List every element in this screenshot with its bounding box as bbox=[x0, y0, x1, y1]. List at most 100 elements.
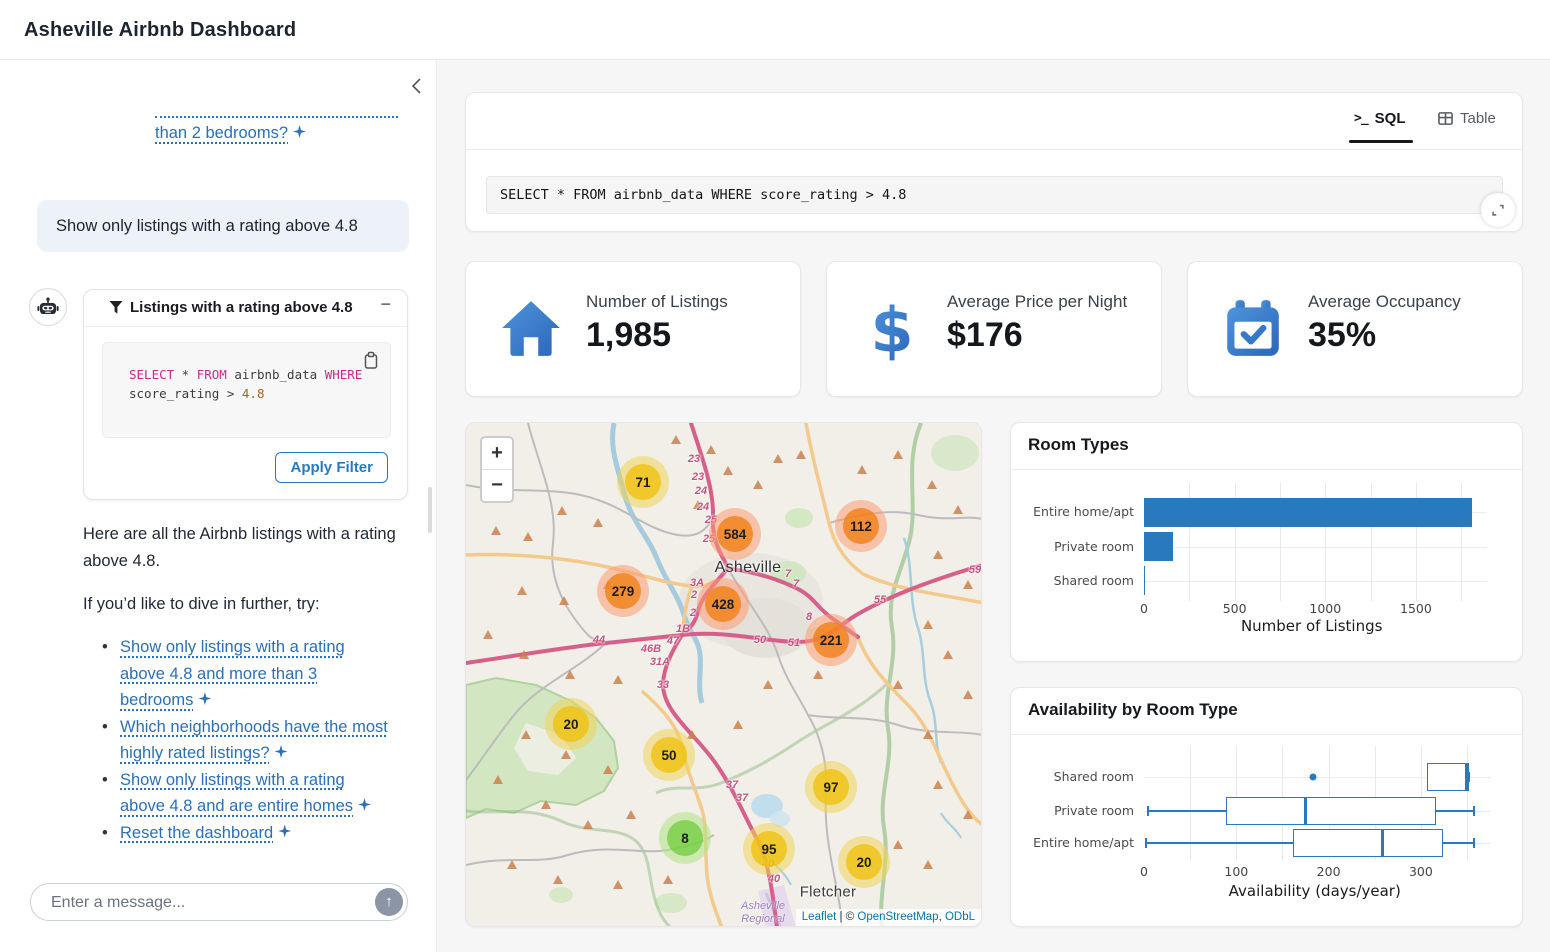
chat-panel: than 2 bedrooms? Show only listings with… bbox=[0, 60, 437, 952]
cluster-marker[interactable]: 97 bbox=[805, 761, 857, 813]
cluster-marker-count: 279 bbox=[605, 573, 641, 609]
zoom-out-button[interactable]: − bbox=[482, 470, 512, 501]
sql-number: 4.8 bbox=[242, 386, 265, 401]
route-shield-label: 37 bbox=[736, 792, 748, 804]
gridline bbox=[1144, 547, 1487, 548]
box-median bbox=[1465, 763, 1468, 791]
leaflet-link[interactable]: Leaflet bbox=[802, 911, 837, 923]
cluster-marker-count: 71 bbox=[625, 464, 661, 500]
suggestion-list: Show only listings with a rating above 4… bbox=[100, 634, 400, 846]
sql-keyword: FROM bbox=[197, 367, 227, 382]
tab-label: SQL bbox=[1375, 110, 1406, 127]
availability-chart-card: Availability by Room Type Shared roomPri… bbox=[1010, 687, 1523, 927]
send-button[interactable]: ↑ bbox=[375, 888, 403, 916]
box bbox=[1293, 829, 1443, 857]
cluster-marker[interactable]: 221 bbox=[805, 614, 857, 666]
cluster-marker-count: 584 bbox=[717, 516, 753, 552]
cluster-marker[interactable]: 112 bbox=[835, 500, 887, 552]
suggestion-link-truncated[interactable]: than 2 bedrooms? bbox=[155, 124, 288, 142]
tab-table[interactable]: Table bbox=[1438, 110, 1496, 127]
cluster-marker-count: 428 bbox=[705, 586, 741, 622]
bot-avatar bbox=[29, 288, 67, 326]
axis-tick-label: 300 bbox=[1409, 864, 1433, 879]
cluster-marker[interactable]: 279 bbox=[597, 565, 649, 617]
list-item: Which neighborhoods have the most highly… bbox=[100, 714, 388, 767]
truncated-suggestion: than 2 bedrooms? bbox=[155, 116, 398, 143]
map[interactable]: + − 2323242425253A221B444746B31A33505187… bbox=[465, 422, 982, 927]
route-shield-label: 51 bbox=[788, 637, 800, 649]
stat-value: $176 bbox=[947, 316, 1023, 355]
tab-sql[interactable]: >_ SQL bbox=[1354, 110, 1406, 127]
clipboard-icon bbox=[362, 351, 380, 370]
osm-link[interactable]: OpenStreetMap bbox=[857, 911, 938, 923]
sql-query-text: SELECT * FROM airbnb_data WHERE score_ra… bbox=[129, 365, 362, 403]
axis-category-label: Private room bbox=[1014, 803, 1134, 818]
collapse-card-button[interactable]: − bbox=[380, 294, 391, 315]
cluster-marker-count: 50 bbox=[651, 737, 687, 773]
cluster-marker[interactable]: 95 bbox=[743, 823, 795, 875]
axis-tick-label: 1500 bbox=[1400, 601, 1432, 616]
route-shield-label: 47 bbox=[667, 635, 679, 647]
top-bar: Asheville Airbnb Dashboard bbox=[0, 0, 1550, 60]
axis-tick-label: 0 bbox=[1140, 864, 1148, 879]
map-zoom-control: + − bbox=[480, 436, 514, 503]
sparkle-icon bbox=[293, 125, 306, 138]
cluster-marker[interactable]: 71 bbox=[617, 456, 669, 508]
suggestion-link[interactable]: Reset the dashboard bbox=[120, 824, 273, 842]
stat-card-price: $ Average Price per Night $176 bbox=[826, 261, 1162, 397]
box-whisker bbox=[1436, 810, 1475, 812]
list-item: Show only listings with a rating above 4… bbox=[100, 634, 388, 714]
cluster-marker-count: 112 bbox=[843, 508, 879, 544]
route-shield-label: 23 bbox=[688, 453, 700, 465]
x-axis-label: Availability (days/year) bbox=[1229, 882, 1401, 900]
odbl-link[interactable]: ODbL bbox=[945, 911, 975, 923]
active-tab-underline bbox=[1349, 140, 1413, 143]
bot-message-paragraph: Here are all the Airbnb listings with a … bbox=[83, 521, 398, 575]
outlier-point bbox=[1309, 774, 1316, 781]
room-types-plot: Entire home/aptPrivate roomShared room05… bbox=[1011, 423, 1522, 661]
cluster-marker[interactable]: 20 bbox=[545, 698, 597, 750]
stat-card-occupancy: Average Occupancy 35% bbox=[1187, 261, 1523, 397]
cluster-marker[interactable]: 584 bbox=[709, 508, 761, 560]
cluster-marker[interactable]: 20 bbox=[838, 836, 890, 888]
sparkle-icon bbox=[198, 692, 211, 705]
room-types-chart-card: Room Types Entire home/aptPrivate roomSh… bbox=[1010, 422, 1523, 662]
axis-category-label: Private room bbox=[1014, 539, 1134, 554]
axis-tick-label: 1000 bbox=[1309, 601, 1341, 616]
message-input[interactable] bbox=[49, 884, 353, 921]
suggestion-link[interactable]: Show only listings with a rating above 4… bbox=[120, 638, 345, 709]
sql-text: airbnb_data bbox=[227, 367, 325, 382]
terminal-icon: >_ bbox=[1354, 111, 1368, 126]
axis-tick-label: 500 bbox=[1223, 601, 1247, 616]
whisker-cap bbox=[1473, 838, 1475, 848]
suggestion-link[interactable]: Show only listings with a rating above 4… bbox=[120, 771, 353, 816]
copy-button[interactable] bbox=[362, 351, 380, 375]
route-shield-label: 1B bbox=[676, 623, 690, 635]
cluster-marker[interactable]: 8 bbox=[659, 812, 711, 864]
expand-button[interactable] bbox=[1481, 193, 1515, 227]
app-root: Asheville Airbnb Dashboard than 2 bedroo… bbox=[0, 0, 1550, 952]
suggestion-link[interactable]: Which neighborhoods have the most highly… bbox=[120, 718, 388, 763]
axis-tick-label: 200 bbox=[1317, 864, 1341, 879]
cluster-marker[interactable]: 50 bbox=[643, 729, 695, 781]
city-label: Fletcher bbox=[800, 884, 857, 901]
axis-category-label: Shared room bbox=[1014, 769, 1134, 784]
airport-label: AshevilleRegionalAirport bbox=[741, 900, 785, 927]
whisker-cap bbox=[1147, 806, 1149, 816]
route-shield-label: 7 bbox=[785, 568, 791, 580]
map-attribution: Leaflet | © OpenStreetMap, ODbL bbox=[796, 909, 981, 926]
cluster-marker[interactable]: 428 bbox=[697, 578, 749, 630]
availability-plot: Shared roomPrivate roomEntire home/apt01… bbox=[1011, 688, 1522, 926]
message-input-wrapper: ↑ bbox=[30, 883, 408, 921]
route-shield-label: 31A bbox=[650, 656, 670, 668]
box-whisker bbox=[1145, 842, 1293, 844]
collapse-panel-button[interactable] bbox=[408, 76, 428, 96]
stat-label: Number of Listings bbox=[586, 292, 728, 312]
zoom-in-button[interactable]: + bbox=[482, 438, 512, 469]
house-icon bbox=[498, 296, 564, 362]
axis-category-label: Shared room bbox=[1014, 573, 1134, 588]
arrow-up-icon: ↑ bbox=[385, 893, 393, 910]
apply-filter-button[interactable]: Apply Filter bbox=[275, 452, 388, 483]
bot-message-paragraph: If you’d like to dive in further, try: bbox=[83, 591, 398, 618]
chat-scrollbar-thumb[interactable] bbox=[428, 487, 432, 533]
